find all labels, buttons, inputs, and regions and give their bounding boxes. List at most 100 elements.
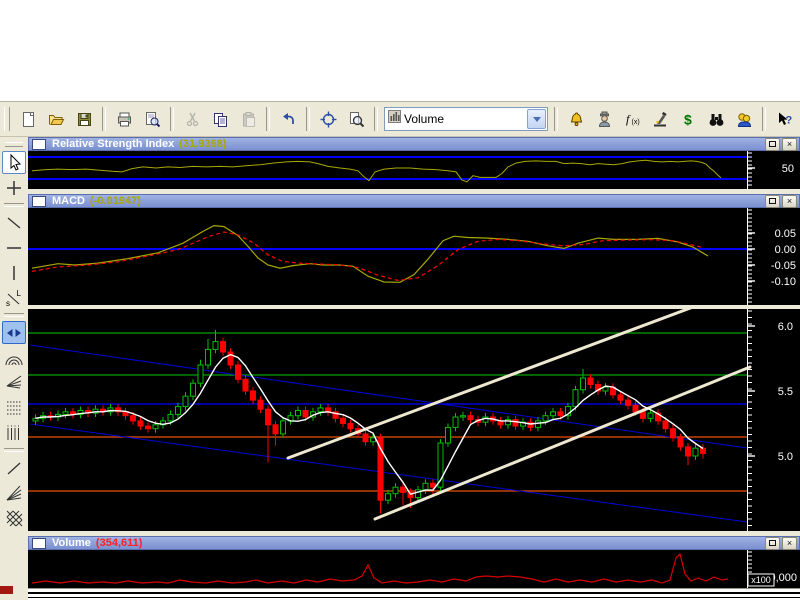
- open-button[interactable]: [43, 106, 69, 132]
- fibonacci-timezones-tool-icon: [4, 423, 24, 443]
- system-tester-button[interactable]: [647, 106, 673, 132]
- alert-icon: [568, 111, 585, 128]
- explorer-button[interactable]: [703, 106, 729, 132]
- axis-label: 5.0: [778, 451, 793, 463]
- toolbar-separator: [374, 107, 378, 131]
- commentary-button[interactable]: [731, 106, 757, 132]
- trendline-down-tool-icon: [4, 213, 24, 233]
- svg-text:L: L: [17, 289, 22, 298]
- indicator-combo-value: Volume: [404, 112, 527, 126]
- gann-grid-tool-icon: [4, 508, 24, 528]
- window-menu-icon[interactable]: [32, 196, 46, 207]
- desktop-background: [0, 0, 800, 101]
- scroll-tool[interactable]: [2, 321, 26, 344]
- options-button[interactable]: $: [675, 106, 701, 132]
- pointer-tool[interactable]: [2, 151, 26, 174]
- close-icon[interactable]: ×: [782, 537, 797, 550]
- copy-button[interactable]: [207, 106, 233, 132]
- rsi-titlebar[interactable]: Relative Strength Index (31.9368) ×: [28, 137, 800, 151]
- support-resistance-tool-icon: sL: [4, 288, 24, 308]
- fibonacci-timezones-tool[interactable]: [2, 421, 26, 444]
- chevron-down-icon[interactable]: [527, 109, 546, 129]
- fibonacci-fan-tool-icon: [4, 373, 24, 393]
- new-icon: [20, 111, 37, 128]
- rsi-chart[interactable]: 50: [28, 151, 800, 189]
- trendline-down-tool[interactable]: [2, 211, 26, 234]
- indicator-builder-button[interactable]: f(x): [619, 106, 645, 132]
- fibonacci-arcs-tool-icon: [4, 348, 24, 368]
- maximize-icon[interactable]: [765, 195, 780, 208]
- gann-grid-tool[interactable]: [2, 506, 26, 529]
- vertical-line-tool[interactable]: [2, 261, 26, 284]
- fibonacci-retracement-tool[interactable]: [2, 396, 26, 419]
- toolbar-grip[interactable]: [4, 107, 10, 131]
- cut-button[interactable]: [179, 106, 205, 132]
- volume-titlebar[interactable]: Volume (354,611) ×: [28, 536, 800, 550]
- toolbar-separator: [4, 313, 24, 317]
- toolbar-grip[interactable]: [5, 142, 23, 147]
- macd-titlebar[interactable]: MACD (-0.01947) ×: [28, 194, 800, 208]
- pointer-tool-icon: [4, 153, 24, 173]
- toolbar-separator: [762, 107, 766, 131]
- context-help-icon: ?: [776, 111, 793, 128]
- paste-icon: [240, 111, 257, 128]
- axis-label: -0.05: [771, 260, 796, 272]
- rsi-panel-title: Relative Strength Index: [52, 138, 174, 150]
- collapsed-panel-stripes[interactable]: [28, 588, 800, 600]
- axis-label: -0.10: [771, 276, 796, 288]
- copy-icon: [212, 111, 229, 128]
- toolbar-separator: [306, 107, 310, 131]
- options-icon: $: [680, 111, 697, 128]
- vertical-line-tool-icon: [4, 263, 24, 283]
- horizontal-line-tool-icon: [4, 238, 24, 258]
- expert-advisor-button[interactable]: [591, 106, 617, 132]
- svg-text:$: $: [684, 111, 692, 127]
- multiplier-label: x100: [751, 575, 771, 585]
- speed-lines-tool-icon: [4, 483, 24, 503]
- horizontal-line-tool[interactable]: [2, 236, 26, 259]
- toolbar-separator: [266, 107, 270, 131]
- maximize-icon[interactable]: [765, 537, 780, 550]
- close-icon[interactable]: ×: [782, 195, 797, 208]
- speed-lines-tool[interactable]: [2, 481, 26, 504]
- trendline-up-tool-icon: [4, 458, 24, 478]
- chart-type-icon: [388, 110, 401, 128]
- crosshair-pointer-button[interactable]: [315, 106, 341, 132]
- print-button[interactable]: [111, 106, 137, 132]
- support-resistance-tool[interactable]: sL: [2, 286, 26, 309]
- main-toolbar: Volume f(x) $?: [0, 101, 800, 137]
- svg-text:?: ?: [785, 114, 792, 126]
- print-preview-button[interactable]: [139, 106, 165, 132]
- print-icon: [116, 111, 133, 128]
- axis-label: 6.0: [778, 321, 793, 333]
- paste-button[interactable]: [235, 106, 261, 132]
- save-button[interactable]: [71, 106, 97, 132]
- alert-button[interactable]: [563, 106, 589, 132]
- close-icon[interactable]: ×: [782, 138, 797, 151]
- new-button[interactable]: [15, 106, 41, 132]
- expert-advisor-icon: [596, 111, 613, 128]
- context-help-button[interactable]: ?: [771, 106, 797, 132]
- volume-chart[interactable]: 10,000x100: [28, 550, 800, 588]
- toolbar-separator: [4, 203, 24, 207]
- svg-text:(x): (x): [631, 119, 639, 126]
- undo-button[interactable]: [275, 106, 301, 132]
- axis-label: 0.00: [775, 244, 796, 256]
- print-preview-icon: [144, 111, 161, 128]
- svg-text:f: f: [626, 112, 631, 126]
- fibonacci-fan-tool[interactable]: [2, 371, 26, 394]
- toolbar-separator: [4, 448, 24, 452]
- crosshair-tool[interactable]: [2, 176, 26, 199]
- macd-panel-title: MACD: [52, 195, 85, 207]
- window-menu-icon[interactable]: [32, 538, 46, 549]
- trendline-up-tool[interactable]: [2, 456, 26, 479]
- maximize-icon[interactable]: [765, 138, 780, 151]
- indicator-combo[interactable]: Volume: [384, 107, 548, 131]
- macd-chart[interactable]: 0.050.00-0.05-0.10: [28, 208, 800, 305]
- window-menu-icon[interactable]: [32, 139, 46, 150]
- cut-icon: [184, 111, 201, 128]
- fibonacci-arcs-tool[interactable]: [2, 346, 26, 369]
- zoom-icon: [348, 111, 365, 128]
- zoom-button[interactable]: [343, 106, 369, 132]
- price-chart[interactable]: 6.05.55.0: [28, 309, 800, 531]
